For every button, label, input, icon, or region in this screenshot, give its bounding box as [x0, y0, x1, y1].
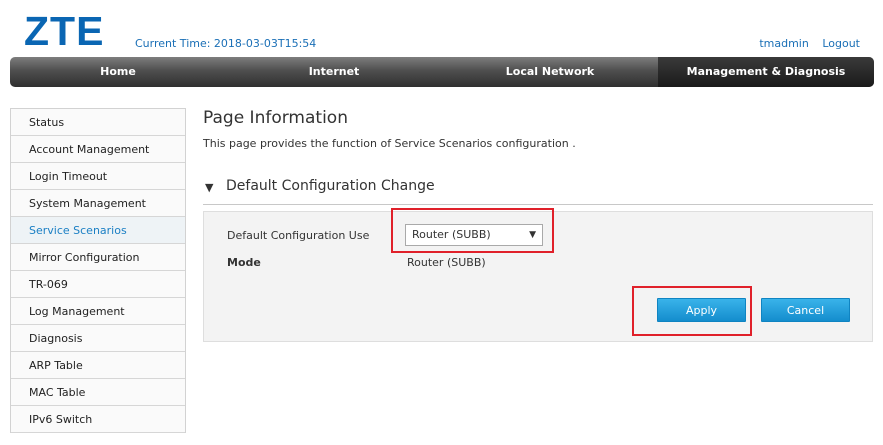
mode-label: Mode: [227, 256, 261, 269]
sidebar-item-system-management[interactable]: System Management: [11, 190, 185, 217]
triangle-down-icon[interactable]: ▼: [205, 181, 213, 194]
tab-home[interactable]: Home: [10, 57, 226, 87]
zte-logo: ZTE: [24, 8, 105, 54]
user-area: tmadmin Logout: [759, 37, 860, 50]
sidebar-item-account-management[interactable]: Account Management: [11, 136, 185, 163]
sidebar-item-status[interactable]: Status: [11, 109, 185, 136]
mode-value: Router (SUBB): [407, 256, 486, 269]
tab-internet[interactable]: Internet: [226, 57, 442, 87]
sidebar-item-tr069[interactable]: TR-069: [11, 271, 185, 298]
sidebar-item-arp-table[interactable]: ARP Table: [11, 352, 185, 379]
config-label: Default Configuration Use: [227, 229, 370, 242]
page-description: This page provides the function of Servi…: [203, 137, 576, 150]
current-time: Current Time: 2018-03-03T15:54: [135, 37, 317, 50]
sidebar-item-service-scenarios[interactable]: Service Scenarios: [11, 217, 185, 244]
select-highlight-box: [391, 208, 554, 253]
tab-management-diagnosis[interactable]: Management & Diagnosis: [658, 57, 874, 87]
sidebar-item-mirror-configuration[interactable]: Mirror Configuration: [11, 244, 185, 271]
sidebar-item-log-management[interactable]: Log Management: [11, 298, 185, 325]
section-title: Default Configuration Change: [226, 178, 435, 194]
username-link[interactable]: tmadmin: [759, 37, 809, 50]
apply-highlight-box: [632, 286, 752, 336]
sidebar-item-login-timeout[interactable]: Login Timeout: [11, 163, 185, 190]
tab-local-network[interactable]: Local Network: [442, 57, 658, 87]
logout-link[interactable]: Logout: [822, 37, 860, 50]
page-title: Page Information: [203, 108, 348, 128]
sidebar-item-mac-table[interactable]: MAC Table: [11, 379, 185, 406]
section-header[interactable]: ▼ Default Configuration Change: [203, 177, 873, 205]
main-nav: Home Internet Local Network Management &…: [10, 57, 874, 87]
sidebar: Status Account Management Login Timeout …: [10, 108, 186, 433]
cancel-button[interactable]: Cancel: [761, 298, 850, 322]
sidebar-item-ipv6-switch[interactable]: IPv6 Switch: [11, 406, 185, 433]
sidebar-item-diagnosis[interactable]: Diagnosis: [11, 325, 185, 352]
